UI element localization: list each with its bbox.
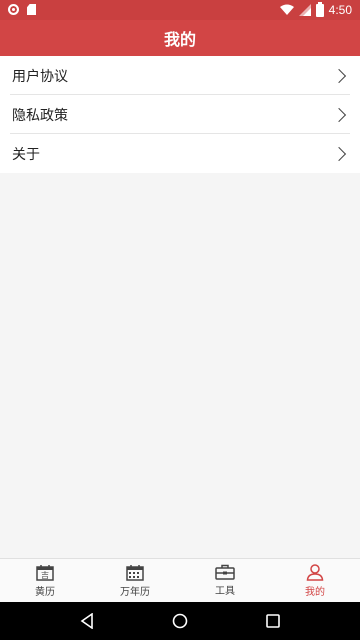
back-icon[interactable] <box>79 613 95 629</box>
app-bar: 我的 <box>0 20 360 56</box>
tab-perpetual-calendar[interactable]: 万年历 <box>90 559 180 602</box>
menu-item-about[interactable]: 关于 <box>0 134 360 173</box>
home-icon[interactable] <box>172 613 188 629</box>
menu-item-label: 隐私政策 <box>12 107 68 124</box>
tab-almanac[interactable]: 吉 黄历 <box>0 559 90 602</box>
wifi-icon <box>279 4 294 15</box>
notification-dot-icon <box>8 4 19 15</box>
toolbox-icon <box>215 564 235 580</box>
system-nav-bar <box>0 602 360 640</box>
menu-item-privacy-policy[interactable]: 隐私政策 <box>0 95 360 134</box>
signal-icon <box>298 4 311 16</box>
menu-item-label: 用户协议 <box>12 68 68 85</box>
tab-label: 工具 <box>215 586 235 597</box>
tab-label: 黄历 <box>35 586 55 598</box>
chevron-right-icon <box>331 107 347 122</box>
tab-mine[interactable]: 我的 <box>270 559 360 602</box>
chevron-right-icon <box>331 146 347 161</box>
calendar-ji-glyph: 吉 <box>41 571 49 580</box>
sd-card-icon <box>27 4 36 15</box>
tab-label: 我的 <box>305 586 325 598</box>
page-title: 我的 <box>163 30 196 49</box>
status-bar: 4:50 <box>0 0 360 20</box>
chevron-right-icon <box>331 68 347 83</box>
status-time: 4:50 <box>328 3 352 17</box>
settings-menu: 用户协议 隐私政策 关于 <box>0 56 360 173</box>
battery-icon <box>315 1 324 17</box>
bottom-tab-bar: 吉 黄历 万年历 工具 我的 <box>0 558 360 602</box>
menu-item-user-agreement[interactable]: 用户协议 <box>0 56 360 95</box>
tab-tools[interactable]: 工具 <box>180 559 270 602</box>
menu-item-label: 关于 <box>12 146 40 163</box>
user-icon <box>306 563 324 581</box>
calendar-ji-icon: 吉 <box>36 564 54 581</box>
tab-label: 万年历 <box>120 586 150 598</box>
recents-icon[interactable] <box>265 613 281 629</box>
calendar-grid-icon <box>126 564 144 581</box>
